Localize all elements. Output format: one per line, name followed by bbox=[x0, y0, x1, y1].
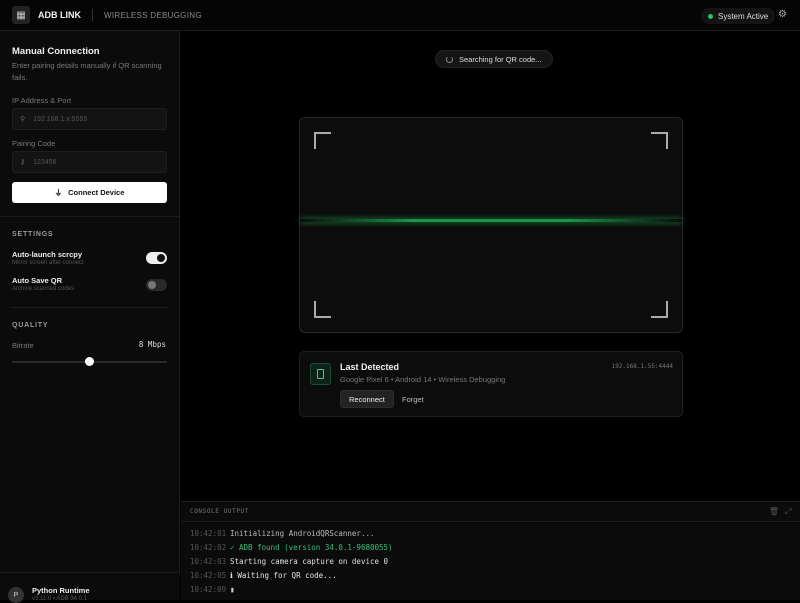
connect-device-button[interactable]: ⏚ Connect Device bbox=[12, 182, 167, 203]
top-bar: ▦ ADB LINK WIRELESS DEBUGGING System Act… bbox=[0, 0, 800, 31]
console-line: 10:42:05 ℹ Waiting for QR code... bbox=[190, 571, 337, 580]
divider bbox=[92, 9, 93, 21]
setting-label: Auto Save QR bbox=[12, 276, 63, 285]
status-dot-icon bbox=[708, 13, 713, 19]
console-message: ▮ bbox=[230, 585, 235, 594]
bitrate-value: 8 Mbps bbox=[138, 340, 166, 349]
network-icon: ⚲ bbox=[20, 116, 26, 123]
console-timestamp: 10:42:05 bbox=[190, 571, 227, 580]
corner-bracket bbox=[314, 132, 331, 149]
ip-placeholder: 192.168.1.x:5555 bbox=[33, 115, 88, 123]
last-detected-title: Last Detected bbox=[340, 362, 400, 372]
status-text: System Active bbox=[718, 11, 769, 21]
ip-address-input[interactable]: ⚲ 192.168.1.x:5555 bbox=[12, 108, 167, 130]
last-detected-card: Last Detected Google Pixel 6 • Android 1… bbox=[299, 351, 683, 417]
bitrate-slider[interactable] bbox=[12, 357, 167, 366]
pairing-code-label: Pairing Code bbox=[12, 139, 56, 148]
scan-status-text: Searching for QR code... bbox=[459, 54, 542, 64]
qr-logo-icon: ▦ bbox=[12, 6, 30, 24]
auto-save-qr-toggle[interactable] bbox=[146, 279, 167, 291]
auto-launch-toggle[interactable] bbox=[146, 252, 167, 264]
code-placeholder: 123456 bbox=[33, 158, 57, 166]
divider bbox=[0, 216, 180, 217]
console-message: ℹ Waiting for QR code... bbox=[230, 571, 337, 580]
manual-connection-description: Enter pairing details manually if QR sca… bbox=[12, 61, 162, 82]
app-title: ADB LINK bbox=[38, 10, 81, 20]
setting-description: Archive scanned codes bbox=[12, 286, 75, 292]
setting-label: Auto-launch scrcpy bbox=[12, 250, 83, 259]
forget-button[interactable]: Forget bbox=[394, 390, 432, 408]
corner-bracket bbox=[651, 301, 668, 318]
spinner-icon bbox=[446, 55, 453, 63]
scan-line bbox=[300, 219, 682, 222]
runtime-title: Python Runtime bbox=[32, 586, 90, 595]
console-message: ✓ ADB found (version 34.0.1-9680055) bbox=[230, 543, 393, 552]
settings-title: SETTINGS bbox=[12, 231, 54, 238]
scanner-area: Searching for QR code... Last Detected G… bbox=[181, 31, 800, 501]
console-title: CONSOLE OUTPUT bbox=[190, 508, 249, 515]
console-line: 10:42:01 Initializing AndroidQRScanner... bbox=[190, 529, 375, 538]
phone-icon bbox=[310, 363, 331, 385]
app-subtitle: WIRELESS DEBUGGING bbox=[104, 10, 202, 20]
avatar: P bbox=[8, 587, 24, 603]
corner-bracket bbox=[314, 301, 331, 318]
runtime-footer: P Python Runtime v3.11.0 • ADB 34.0.1 bbox=[0, 572, 180, 603]
console-line: 10:42:03 Starting camera capture on devic… bbox=[190, 557, 388, 566]
console-timestamp: 10:42:02 bbox=[190, 543, 227, 552]
console-line: 10:42:02 ✓ ADB found (version 34.0.1-9680… bbox=[190, 543, 393, 552]
setting-description: Mirror screen after connect bbox=[12, 260, 84, 266]
status-badge: System Active bbox=[701, 8, 776, 24]
device-address: 192.168.1.55:4444 bbox=[611, 363, 673, 370]
manual-connection-title: Manual Connection bbox=[12, 46, 100, 57]
scan-status-pill: Searching for QR code... bbox=[435, 50, 553, 68]
key-icon: ⚷ bbox=[20, 159, 26, 166]
console-timestamp: 10:42:01 bbox=[190, 529, 227, 538]
console-panel: CONSOLE OUTPUT 🗑 ⤢ 10:42:01 Initializing … bbox=[181, 501, 800, 600]
console-line: 10:42:09 ▮ bbox=[190, 585, 235, 594]
device-details: Google Pixel 6 • Android 14 • Wireless D… bbox=[340, 375, 506, 384]
quality-title: QUALITY bbox=[12, 322, 49, 329]
settings-sliders-icon[interactable]: ⚙ bbox=[778, 9, 787, 20]
ip-label: IP Address & Port bbox=[12, 96, 72, 105]
reconnect-button[interactable]: Reconnect bbox=[340, 390, 394, 408]
qr-camera-viewport bbox=[299, 117, 683, 333]
expand-icon[interactable]: ⤢ bbox=[785, 507, 792, 516]
runtime-version: v3.11.0 • ADB 34.0.1 bbox=[32, 596, 88, 602]
plug-icon: ⏚ bbox=[54, 188, 63, 197]
trash-icon[interactable]: 🗑 bbox=[769, 507, 780, 516]
bitrate-label: Bitrate bbox=[12, 341, 34, 350]
console-timestamp: 10:42:09 bbox=[190, 585, 227, 594]
sidebar: Manual Connection Enter pairing details … bbox=[0, 31, 180, 603]
console-message: Starting camera capture on device 0 bbox=[230, 557, 389, 566]
slider-thumb[interactable] bbox=[85, 357, 94, 366]
console-timestamp: 10:42:03 bbox=[190, 557, 227, 566]
connect-label: Connect Device bbox=[68, 188, 125, 197]
console-header: CONSOLE OUTPUT 🗑 ⤢ bbox=[181, 502, 800, 522]
pairing-code-input[interactable]: ⚷ 123456 bbox=[12, 151, 167, 173]
divider bbox=[12, 307, 167, 308]
console-message: Initializing AndroidQRScanner... bbox=[230, 529, 375, 538]
corner-bracket bbox=[651, 132, 668, 149]
